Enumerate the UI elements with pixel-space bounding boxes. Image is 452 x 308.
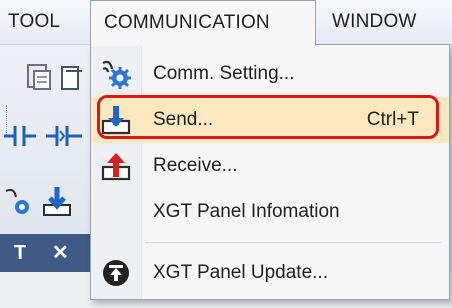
- panel-caption: Т ✕: [0, 234, 92, 272]
- menu-item-label: Comm. Setting...: [153, 63, 295, 84]
- menu-item-xgt-panel-update[interactable]: XGT Panel Update...: [91, 250, 449, 296]
- copy-icon[interactable]: [58, 63, 88, 93]
- menu-item-label: XGT Panel Update...: [153, 262, 328, 283]
- pin-icon[interactable]: Т: [14, 234, 26, 272]
- toolbar: [0, 45, 92, 235]
- menu-item-shortcut: Ctrl+T: [366, 109, 419, 130]
- menu-separator: [145, 242, 441, 243]
- receive-icon: [101, 153, 131, 181]
- menu-window[interactable]: WINDOW: [332, 0, 417, 44]
- panel-update-icon: [103, 260, 129, 286]
- menu-item-receive[interactable]: Receive...: [91, 143, 449, 189]
- contact-pulse-icon[interactable]: [46, 123, 86, 149]
- communication-dropdown: Comm. Setting... Send... Ctrl+T Receive.…: [90, 44, 450, 300]
- menu-item-label: Send...: [153, 109, 214, 130]
- menu-item-label: Receive...: [153, 155, 238, 176]
- menu-item-label: XGT Panel Infomation: [153, 201, 340, 222]
- comm-setting-small-icon[interactable]: [2, 185, 36, 219]
- send-icon: [101, 106, 131, 135]
- comm-setting-icon: [102, 60, 131, 89]
- close-icon[interactable]: ✕: [52, 234, 69, 272]
- menu-item-comm-setting[interactable]: Comm. Setting...: [91, 51, 449, 97]
- menu-communication[interactable]: COMMUNICATION: [90, 0, 316, 46]
- send-small-icon[interactable]: [40, 185, 74, 219]
- paste-icon[interactable]: [24, 61, 54, 93]
- menu-item-xgt-panel-information[interactable]: XGT Panel Infomation: [91, 189, 449, 235]
- contact-open-icon[interactable]: [4, 123, 38, 149]
- menu-bar: TOOL COMMUNICATION WINDOW: [0, 0, 452, 46]
- menu-tool[interactable]: TOOL: [8, 0, 60, 44]
- menu-item-send[interactable]: Send... Ctrl+T: [91, 97, 449, 143]
